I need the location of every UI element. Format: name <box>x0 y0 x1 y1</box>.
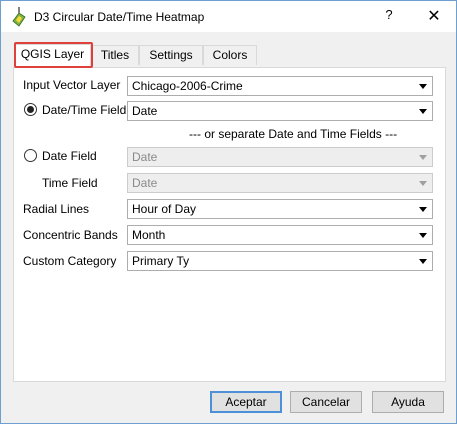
time-field-label: Time Field <box>42 176 98 190</box>
chevron-down-icon <box>419 109 427 114</box>
separator-text: --- or separate Date and Time Fields --- <box>189 127 398 141</box>
cancel-button[interactable]: Cancelar <box>290 391 362 413</box>
date-field-radio[interactable] <box>24 149 37 162</box>
custom-category-label: Custom Category <box>23 254 117 268</box>
concentric-bands-label: Concentric Bands <box>23 228 118 242</box>
input-layer-label: Input Vector Layer <box>23 78 121 92</box>
datetime-field-label: Date/Time Field <box>42 103 127 117</box>
datetime-field-value: Date <box>132 104 158 118</box>
input-layer-select[interactable]: Chicago-2006-Crime <box>127 76 433 96</box>
close-icon[interactable]: ✕ <box>425 6 443 26</box>
chevron-down-icon <box>419 155 427 160</box>
radio-selected-dot <box>27 106 34 113</box>
chevron-down-icon <box>419 84 427 89</box>
time-field-select: Date <box>127 173 433 193</box>
radial-lines-value: Hour of Day <box>132 202 197 216</box>
time-field-value: Date <box>132 176 158 190</box>
chevron-down-icon <box>419 233 427 238</box>
tab-settings[interactable]: Settings <box>139 45 203 65</box>
input-layer-value: Chicago-2006-Crime <box>132 79 243 93</box>
dialog-window: D3 Circular Date/Time Heatmap ? ✕ QGIS L… <box>0 0 457 424</box>
custom-category-select[interactable]: Primary Ty <box>127 251 433 271</box>
custom-category-value: Primary Ty <box>132 254 190 268</box>
datetime-field-radio[interactable] <box>24 103 37 116</box>
chevron-down-icon <box>419 181 427 186</box>
tab-qgis-layer[interactable]: QGIS Layer <box>14 44 91 67</box>
qgis-layer-panel: Input Vector Layer Chicago-2006-Crime Da… <box>13 67 446 382</box>
chevron-down-icon <box>419 259 427 264</box>
date-field-select: Date <box>127 147 433 167</box>
radial-lines-select[interactable]: Hour of Day <box>127 199 433 219</box>
qgis-plugin-icon <box>12 7 26 27</box>
accept-button[interactable]: Aceptar <box>210 391 282 413</box>
date-field-label: Date Field <box>42 149 97 163</box>
help-button[interactable]: Ayuda <box>372 391 444 413</box>
window-title: D3 Circular Date/Time Heatmap <box>34 10 205 24</box>
help-question-icon[interactable]: ? <box>381 7 397 25</box>
title-bar: D3 Circular Date/Time Heatmap ? ✕ <box>1 1 456 32</box>
datetime-field-select[interactable]: Date <box>127 101 433 121</box>
concentric-bands-value: Month <box>132 228 166 242</box>
date-field-value: Date <box>132 150 158 164</box>
concentric-bands-select[interactable]: Month <box>127 225 433 245</box>
chevron-down-icon <box>419 207 427 212</box>
tab-titles[interactable]: Titles <box>91 45 139 65</box>
tab-colors[interactable]: Colors <box>203 45 257 65</box>
radial-lines-label: Radial Lines <box>23 202 90 216</box>
